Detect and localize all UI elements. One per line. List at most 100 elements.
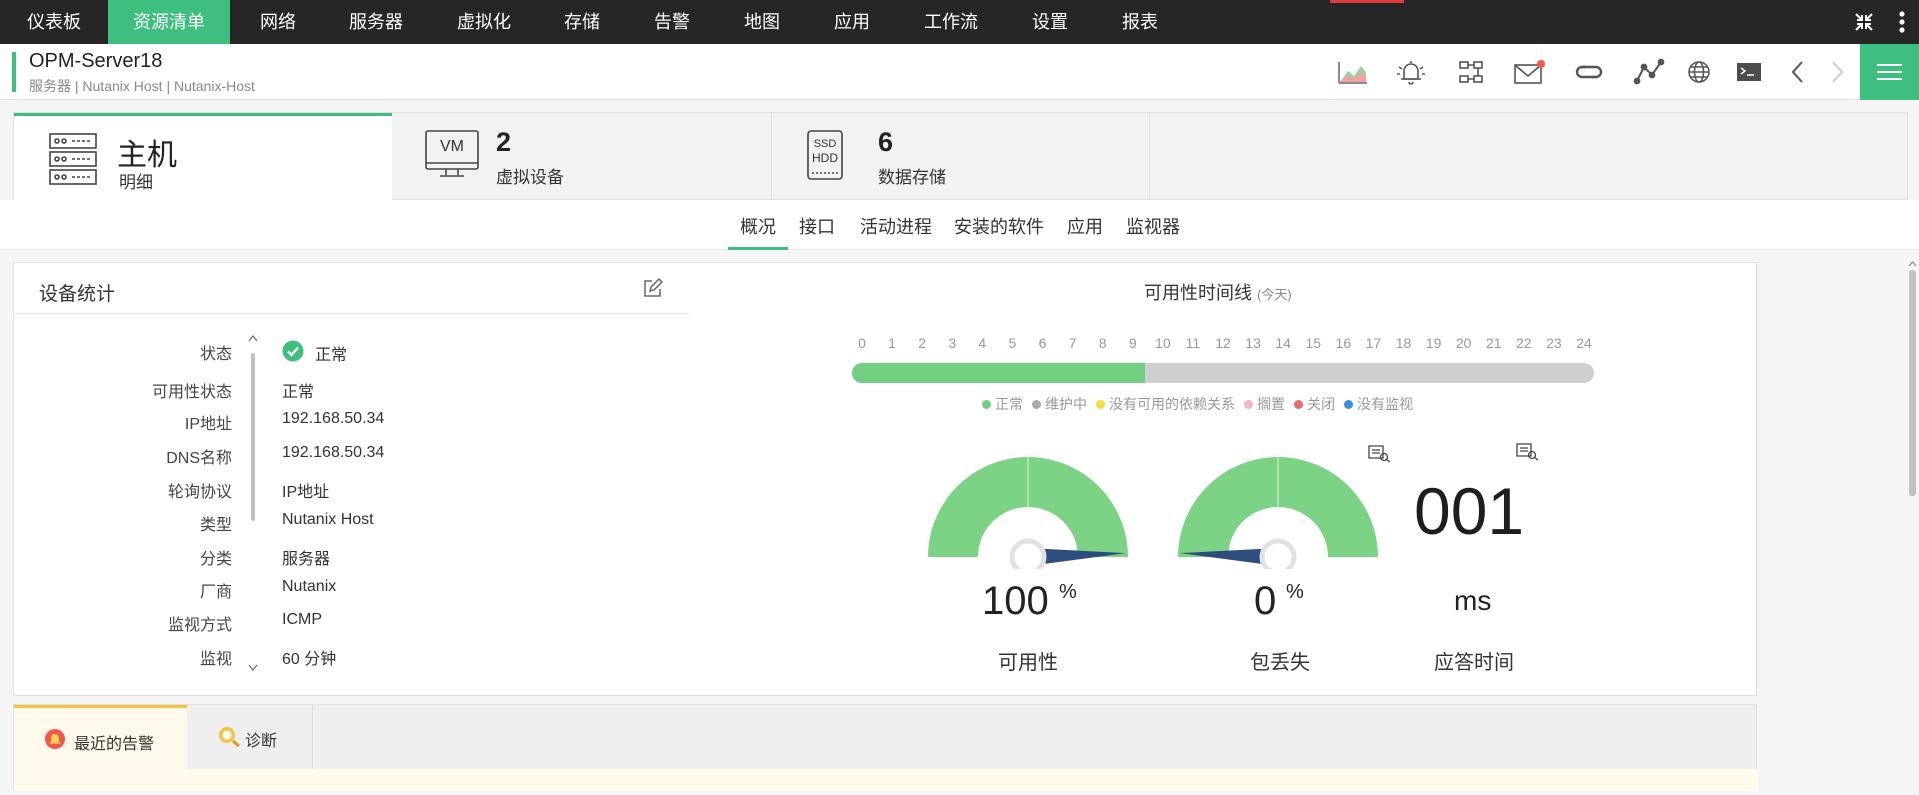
nav-item-settings[interactable]: 设置 (1014, 0, 1086, 44)
nav-item-storage[interactable]: 存储 (546, 0, 618, 44)
nav-item-reports[interactable]: 报表 (1104, 0, 1176, 44)
stat-value-status: 正常 (315, 347, 348, 364)
response-time-value: 001 (1414, 474, 1525, 548)
stat-label: 可用性状态 (151, 384, 232, 401)
stats-divider (14, 313, 690, 314)
nav-item-servers[interactable]: 服务器 (336, 0, 416, 44)
response-time-unit: ms (1454, 585, 1492, 616)
next-arrow-icon[interactable] (1820, 57, 1854, 87)
legend-item: 没有监视 (1344, 396, 1413, 412)
hour-tick-label: 11 (1185, 335, 1201, 351)
vm-label: 虚拟设备 (496, 168, 564, 187)
hour-tick-label: 1 (888, 335, 896, 351)
stat-value: 60 分钟 (282, 651, 337, 668)
tab-apps[interactable]: 应用 (1064, 213, 1106, 250)
legend-item: 搁置 (1244, 396, 1285, 412)
host-details-tile[interactable]: 主机 明细 (14, 113, 392, 200)
ssd-hdd-icon: SSD HDD (806, 129, 844, 181)
datastore-label: 数据存储 (878, 168, 946, 187)
device-breadcrumb: 服务器 | Nutanix Host | Nutanix-Host (29, 78, 255, 94)
alarms-content-area (14, 769, 1758, 791)
hour-tick-label: 5 (1008, 335, 1017, 351)
report-icon[interactable] (1514, 441, 1540, 466)
legend-label: 维护中 (1045, 396, 1087, 412)
legend-item: 关闭 (1294, 396, 1335, 412)
legend-item: 正常 (982, 396, 1023, 412)
terminal-icon[interactable] (1732, 57, 1766, 87)
mail-icon[interactable] (1512, 57, 1546, 87)
tab-overview[interactable]: 概况 (728, 213, 788, 250)
tab-interfaces[interactable]: 接口 (796, 213, 838, 250)
legend-label: 没有监视 (1357, 396, 1413, 412)
legend-item: 维护中 (1032, 396, 1087, 412)
header-accent-bar (12, 52, 16, 92)
recent-alarms-label: 最近的告警 (74, 736, 155, 753)
nav-item-dashboard[interactable]: 仪表板 (10, 0, 98, 44)
legend-item: 没有可用的依赖关系 (1096, 396, 1235, 412)
availability-up-segment (852, 363, 1146, 383)
availability-gauge (918, 439, 1138, 576)
virtual-devices-tile[interactable]: VM 2 虚拟设备 (392, 113, 772, 200)
hour-tick-label: 19 (1425, 335, 1442, 351)
stat-value: Nutanix Host (282, 511, 374, 528)
tab-installed-software[interactable]: 安装的软件 (952, 213, 1046, 250)
prev-arrow-icon[interactable] (1782, 57, 1816, 87)
hour-tick-label: 15 (1305, 335, 1322, 351)
hour-tick-label: 12 (1215, 335, 1231, 351)
hour-tick-label: 21 (1485, 335, 1502, 351)
sync-icon[interactable] (1572, 57, 1606, 87)
server-rack-icon (48, 132, 98, 191)
tab-monitors[interactable]: 监视器 (1124, 213, 1182, 250)
nav-item-virtualization[interactable]: 虚拟化 (436, 0, 532, 44)
globe-icon[interactable] (1682, 57, 1716, 87)
hour-tick-label: 22 (1516, 335, 1532, 351)
hour-tick-label: 14 (1275, 335, 1291, 351)
device-stats-title: 设备统计 (39, 284, 116, 305)
network-map-icon[interactable] (1454, 57, 1488, 87)
edit-icon[interactable] (642, 277, 664, 304)
page-scrollbar[interactable] (1906, 260, 1919, 790)
alarm-bell-icon[interactable] (1394, 57, 1428, 87)
nav-item-network[interactable]: 网络 (240, 0, 316, 44)
legend-label: 没有可用的依赖关系 (1109, 396, 1235, 412)
vm-monitor-icon: VM (424, 129, 480, 181)
nav-item-maps[interactable]: 地图 (726, 0, 798, 44)
stat-label: 监视方式 (167, 617, 232, 634)
stat-value: Nutanix (282, 578, 337, 595)
stat-label: 厂商 (199, 584, 232, 601)
diagnosis-label: 诊断 (245, 733, 278, 750)
nav-item-inventory[interactable]: 资源清单 (108, 0, 230, 44)
availability-label: 可用性 (998, 652, 1058, 674)
datastores-tile[interactable]: SSD HDD 6 数据存储 (772, 113, 1150, 200)
bottom-tabs: 最近的告警 诊断 (13, 704, 1758, 791)
hour-tick-label: 6 (1038, 335, 1047, 351)
availability-bar[interactable] (852, 363, 1594, 383)
graph-icon[interactable] (1632, 57, 1666, 87)
legend-label: 关闭 (1307, 396, 1335, 412)
chart-icon[interactable] (1336, 57, 1370, 87)
ssd-icon-top-label: SSD (813, 138, 837, 150)
stat-value: 服务器 (282, 551, 331, 568)
tab-diagnosis[interactable]: 诊断 (187, 705, 313, 769)
stats-scrollbar[interactable] (246, 331, 260, 675)
tab-processes[interactable]: 活动进程 (858, 213, 934, 250)
packet-loss-unit: % (1286, 581, 1304, 603)
availability-value: 100 (982, 579, 1049, 623)
hour-tick-label: 23 (1546, 335, 1562, 351)
collapse-arrows-icon[interactable] (1850, 8, 1878, 36)
nav-item-workflow[interactable]: 工作流 (906, 0, 996, 44)
nav-item-apps[interactable]: 应用 (816, 0, 888, 44)
legend-dot (1244, 400, 1253, 409)
stat-label: 类型 (199, 517, 232, 534)
vertical-dots-icon[interactable] (1888, 8, 1916, 36)
legend-label: 正常 (995, 396, 1023, 412)
hamburger-menu-icon[interactable] (1860, 44, 1919, 100)
hour-tick-label: 2 (918, 335, 927, 351)
nav-item-alarms[interactable]: 告警 (636, 0, 708, 44)
hour-tick-label: 7 (1068, 335, 1077, 351)
report-icon[interactable] (1366, 443, 1392, 468)
stat-value: IP地址 (282, 484, 330, 501)
legend-dot (1096, 400, 1105, 409)
hour-tick-label: 24 (1576, 335, 1592, 351)
tab-recent-alarms[interactable]: 最近的告警 (14, 705, 187, 769)
